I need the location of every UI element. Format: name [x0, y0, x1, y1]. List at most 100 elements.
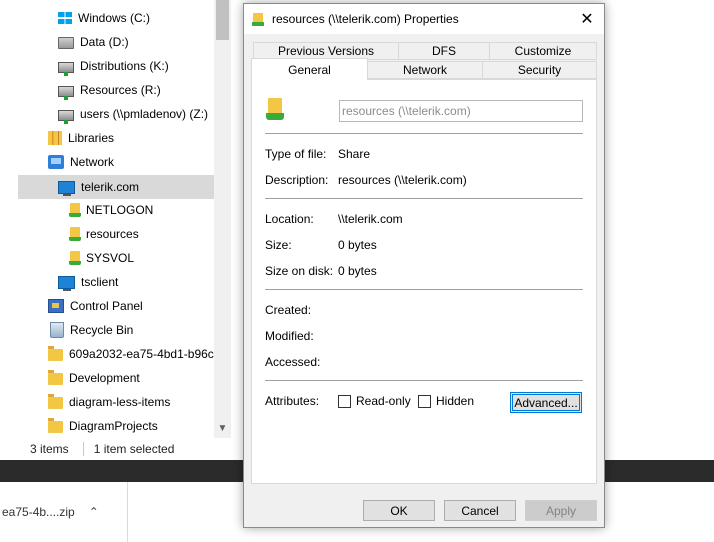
type-label: Type of file: [265, 147, 327, 161]
scroll-down-icon[interactable]: ▼ [214, 420, 231, 437]
folder-icon [48, 346, 63, 361]
tab-dfs[interactable]: DFS [398, 42, 490, 60]
download-filename: ea75-4b....zip [2, 505, 75, 519]
nav-item-label: users (\\pmladenov) (Z:) [80, 107, 209, 121]
nav-item-label: Windows (C:) [78, 11, 151, 25]
nav-item-label: diagram-less-items [69, 395, 171, 409]
share-folder-icon [252, 13, 264, 26]
download-item[interactable]: ea75-4b....zip ⌃ [0, 482, 128, 542]
nav-item-label: NETLOGON [86, 203, 154, 217]
cancel-button[interactable]: Cancel [444, 500, 516, 521]
chevron-up-icon[interactable]: ⌃ [89, 505, 99, 519]
divider [265, 198, 583, 199]
tab-strip: Previous Versions DFS Customize General … [251, 42, 597, 82]
divider [265, 380, 583, 381]
nav-item-label: Network [70, 155, 115, 169]
checkbox-box[interactable] [338, 394, 351, 408]
checkbox-box[interactable] [418, 394, 431, 408]
libraries-icon [48, 131, 62, 145]
hidden-label: Hidden [436, 394, 475, 408]
nav-scrollbar-thumb[interactable] [216, 0, 229, 40]
nav-item-label: Development [69, 371, 140, 385]
divider [265, 133, 583, 134]
nav-item-recycle-bin[interactable]: Recycle Bin [18, 318, 214, 342]
folder-icon [48, 394, 63, 409]
description-value: resources (\\telerik.com) [338, 173, 467, 187]
nav-item-label: DiagramProjects [69, 419, 158, 433]
network-drive-icon [58, 86, 74, 100]
nav-item-label: telerik.com [81, 180, 140, 194]
nav-item-label: SYSVOL [86, 251, 135, 265]
read-only-label: Read-only [356, 394, 411, 408]
nav-item-control-panel[interactable]: Control Panel [18, 294, 214, 318]
nav-item-distributions-k[interactable]: Distributions (K:) [18, 54, 214, 78]
location-value: \\telerik.com [338, 212, 403, 226]
share-folder-icon [69, 251, 81, 265]
nav-item-libraries[interactable]: Libraries [18, 126, 214, 150]
nav-item-data-d[interactable]: Data (D:) [18, 30, 214, 54]
modified-label: Modified: [265, 329, 314, 343]
nav-item-label: Recycle Bin [70, 323, 134, 337]
recycle-bin-icon [50, 322, 64, 338]
control-panel-icon [48, 299, 64, 313]
network-icon [48, 155, 64, 169]
folder-icon [48, 370, 63, 385]
tab-network[interactable]: Network [367, 61, 483, 79]
nav-item-diagram-less-items[interactable]: diagram-less-items [18, 390, 214, 414]
close-button[interactable]: ✕ [570, 4, 604, 34]
status-bar: 3 items 1 item selected [18, 438, 244, 460]
nav-item-guid-folder[interactable]: 609a2032-ea75-4bd1-b96c- [18, 342, 214, 366]
share-name-field[interactable] [339, 100, 583, 122]
nav-item-users-z[interactable]: users (\\pmladenov) (Z:) [18, 102, 214, 126]
share-folder-icon [69, 203, 81, 217]
general-tab-panel: Type of file: Share Description: resourc… [251, 79, 597, 484]
nav-item-sysvol[interactable]: SYSVOL [18, 246, 214, 270]
hidden-checkbox[interactable]: Hidden [418, 394, 474, 408]
tab-security[interactable]: Security [482, 61, 597, 79]
nav-item-resources[interactable]: resources [18, 222, 214, 246]
nav-item-resources-r[interactable]: Resources (R:) [18, 78, 214, 102]
divider [265, 289, 583, 290]
description-label: Description: [265, 173, 329, 187]
nav-item-label: tsclient [81, 275, 119, 289]
share-folder-icon [266, 98, 284, 120]
size-on-disk-label: Size on disk: [265, 264, 334, 278]
dialog-titlebar[interactable]: resources (\\telerik.com) Properties ✕ [244, 4, 604, 34]
tab-general[interactable]: General [251, 58, 368, 80]
nav-item-label: Resources (R:) [80, 83, 161, 97]
windows-drive-icon [58, 12, 72, 24]
size-label: Size: [265, 238, 292, 252]
advanced-button[interactable]: Advanced... [510, 392, 582, 413]
nav-item-label: Distributions (K:) [80, 59, 169, 73]
accessed-label: Accessed: [265, 355, 321, 369]
nav-item-label: resources [86, 227, 139, 241]
nav-item-tsclient[interactable]: tsclient [18, 270, 214, 294]
navigation-pane[interactable]: Windows (C:) Data (D:) Distributions (K:… [18, 0, 214, 438]
created-label: Created: [265, 303, 312, 317]
tab-customize[interactable]: Customize [489, 42, 597, 60]
type-value: Share [338, 147, 371, 161]
nav-item-label: Data (D:) [80, 35, 129, 49]
ok-button[interactable]: OK [363, 500, 435, 521]
size-on-disk-value: 0 bytes [338, 264, 377, 278]
status-item-count: 3 items [30, 442, 69, 456]
status-separator [82, 442, 84, 456]
status-selection: 1 item selected [93, 442, 175, 456]
apply-button[interactable]: Apply [525, 500, 597, 521]
nav-item-label: Control Panel [70, 299, 143, 313]
drive-icon [58, 37, 74, 49]
nav-item-telerik-com[interactable]: telerik.com [18, 175, 214, 199]
nav-item-label: 609a2032-ea75-4bd1-b96c- [69, 347, 214, 361]
nav-item-diagramprojects[interactable]: DiagramProjects [18, 414, 214, 438]
nav-item-windows-c[interactable]: Windows (C:) [18, 6, 214, 30]
read-only-checkbox[interactable]: Read-only [338, 394, 411, 408]
nav-item-network[interactable]: Network [18, 150, 214, 174]
folder-icon [48, 418, 63, 433]
computer-icon [58, 276, 75, 291]
nav-item-netlogon[interactable]: NETLOGON [18, 198, 214, 222]
share-folder-icon [69, 227, 81, 241]
properties-dialog: resources (\\telerik.com) Properties ✕ P… [243, 3, 605, 528]
nav-item-development[interactable]: Development [18, 366, 214, 390]
location-label: Location: [265, 212, 314, 226]
nav-scrollbar[interactable]: ▼ [214, 0, 231, 438]
